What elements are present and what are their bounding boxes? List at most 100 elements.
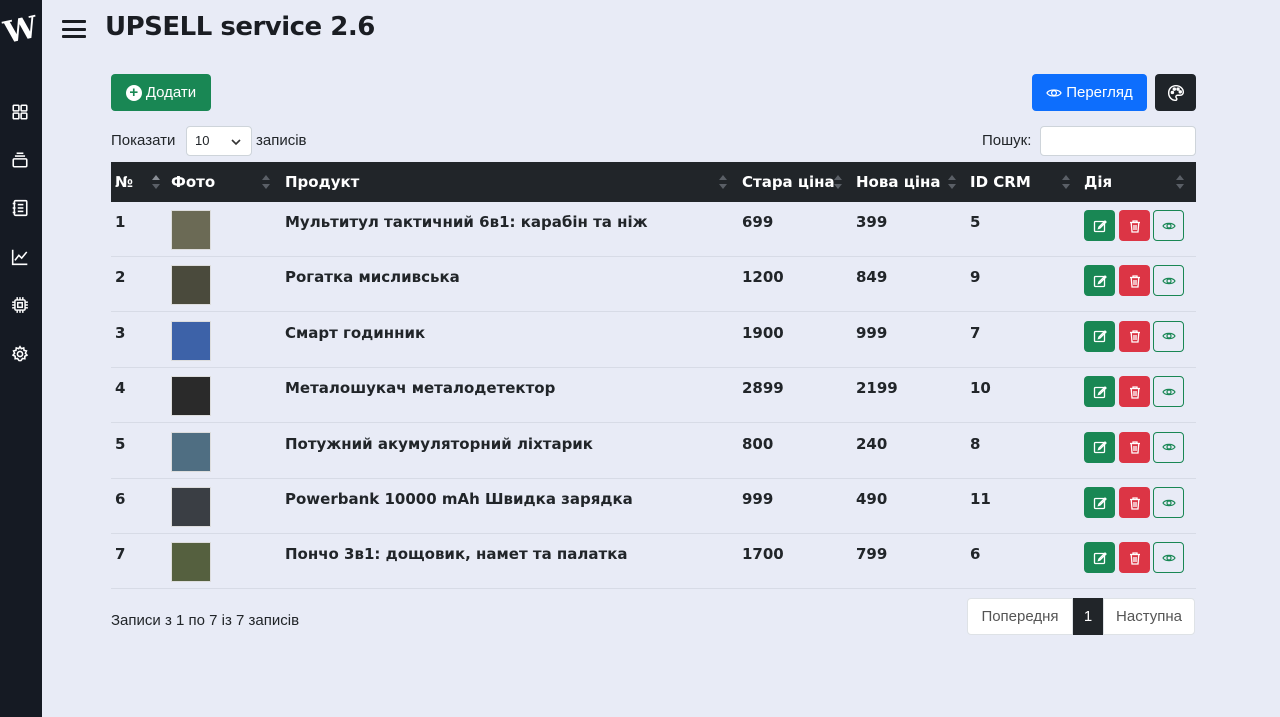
- search-label: Пошук:: [982, 132, 1032, 149]
- new-price: 799: [856, 545, 888, 564]
- prev-page-button[interactable]: Попередня: [967, 598, 1073, 635]
- old-price: 1900: [742, 323, 784, 342]
- product-photo[interactable]: [171, 542, 211, 583]
- eye-icon: [1161, 388, 1176, 395]
- product-photo[interactable]: [171, 265, 211, 306]
- sort-icon: [719, 175, 727, 189]
- crm-id: 9: [970, 268, 981, 287]
- edit-icon: [1093, 496, 1107, 509]
- edit-icon: [1093, 385, 1107, 398]
- add-button[interactable]: + Додати: [111, 74, 211, 111]
- trash-icon: [1129, 219, 1140, 233]
- product-photo[interactable]: [171, 431, 211, 472]
- old-price: 800: [742, 434, 774, 453]
- preview-button[interactable]: [1153, 320, 1184, 352]
- edit-icon: [1093, 551, 1107, 565]
- column-header-actions[interactable]: Дія: [1084, 162, 1190, 202]
- sort-icon: [834, 175, 842, 189]
- column-header-product[interactable]: Продукт: [285, 162, 731, 202]
- app-logo[interactable]: W: [0, 8, 44, 53]
- table-row: 3 Смарт годинник 1900 999 7: [111, 313, 1196, 368]
- column-header-label: ID CRM: [970, 173, 1031, 191]
- sort-icon: [262, 175, 270, 189]
- gear-icon[interactable]: [11, 345, 29, 363]
- new-price: 849: [856, 268, 888, 287]
- preview-button[interactable]: [1153, 431, 1184, 463]
- view-button[interactable]: Перегляд: [1032, 74, 1147, 111]
- row-number: 1: [115, 213, 126, 231]
- edit-button[interactable]: [1084, 265, 1115, 297]
- column-header-photo[interactable]: Фото: [171, 162, 275, 202]
- add-button-label: Додати: [145, 84, 197, 101]
- old-price: 1200: [742, 268, 784, 287]
- old-price: 2899: [742, 379, 784, 398]
- column-header-label: Нова ціна: [856, 173, 941, 191]
- table-row: 4 Металошукач металодетектор 2899 2199 10: [111, 368, 1196, 424]
- eye-icon: [1161, 277, 1176, 285]
- edit-icon: [1093, 219, 1107, 232]
- palette-button[interactable]: [1155, 74, 1196, 111]
- eye-icon: [1046, 88, 1062, 97]
- page-length-select[interactable]: 10: [186, 126, 252, 156]
- delete-button[interactable]: [1119, 210, 1150, 241]
- table-row: 5 Потужний акумуляторний ліхтарик 800 240 8: [111, 424, 1196, 479]
- preview-button[interactable]: [1153, 376, 1184, 408]
- product-photo[interactable]: [171, 487, 211, 527]
- edit-button[interactable]: [1084, 376, 1115, 408]
- chart-icon[interactable]: [11, 248, 29, 266]
- product-photo[interactable]: [171, 376, 211, 417]
- edit-icon: [1093, 441, 1107, 454]
- search-input[interactable]: [1040, 126, 1196, 156]
- crm-id: 5: [970, 213, 981, 231]
- product-photo[interactable]: [171, 320, 211, 361]
- delete-button[interactable]: [1119, 487, 1150, 518]
- edit-button[interactable]: [1084, 487, 1115, 518]
- column-header-crm-id[interactable]: ID CRM: [970, 162, 1074, 202]
- edit-button[interactable]: [1084, 542, 1115, 574]
- table-row: 2 Рогатка мисливська 1200 849 9: [111, 257, 1196, 313]
- new-price: 399: [856, 213, 888, 231]
- delete-button[interactable]: [1119, 542, 1150, 574]
- old-price: 1700: [742, 545, 784, 564]
- edit-icon: [1093, 330, 1107, 343]
- column-header-old-price[interactable]: Стара ціна: [742, 162, 846, 202]
- preview-button[interactable]: [1153, 542, 1184, 574]
- delete-button[interactable]: [1119, 376, 1150, 408]
- journal-icon[interactable]: [11, 199, 29, 217]
- menu-toggle-button[interactable]: [62, 20, 86, 38]
- pagination: Попередня 1 Наступна: [967, 598, 1195, 635]
- crm-id: 8: [970, 434, 981, 453]
- edit-button[interactable]: [1084, 431, 1115, 463]
- dashboard-icon[interactable]: [11, 103, 29, 121]
- old-price: 699: [742, 213, 774, 231]
- page-length-value: 10: [195, 133, 210, 148]
- new-price: 240: [856, 434, 888, 453]
- column-header-num[interactable]: №: [115, 162, 165, 202]
- preview-button[interactable]: [1153, 210, 1184, 241]
- eye-icon: [1161, 554, 1176, 562]
- layers-icon[interactable]: [11, 151, 29, 169]
- edit-button[interactable]: [1084, 320, 1115, 352]
- delete-button[interactable]: [1119, 320, 1150, 352]
- product-name: Пончо 3в1: дощовик, намет та палатка: [285, 545, 628, 564]
- cpu-icon[interactable]: [11, 296, 29, 314]
- row-number: 3: [115, 323, 126, 342]
- delete-button[interactable]: [1119, 265, 1150, 297]
- page-1-button[interactable]: 1: [1073, 598, 1103, 635]
- preview-button[interactable]: [1153, 265, 1184, 297]
- edit-button[interactable]: [1084, 210, 1115, 241]
- sort-icon: [152, 175, 160, 189]
- view-button-label: Перегляд: [1066, 84, 1133, 101]
- column-header-new-price[interactable]: Нова ціна: [856, 162, 960, 202]
- row-number: 4: [115, 379, 126, 398]
- row-number: 2: [115, 268, 126, 287]
- eye-icon: [1161, 222, 1176, 229]
- delete-button[interactable]: [1119, 431, 1150, 463]
- old-price: 999: [742, 490, 774, 508]
- new-price: 2199: [856, 379, 898, 398]
- eye-icon: [1161, 443, 1176, 451]
- product-photo[interactable]: [171, 210, 211, 250]
- row-number: 7: [115, 545, 126, 564]
- next-page-button[interactable]: Наступна: [1103, 598, 1195, 635]
- preview-button[interactable]: [1153, 487, 1184, 518]
